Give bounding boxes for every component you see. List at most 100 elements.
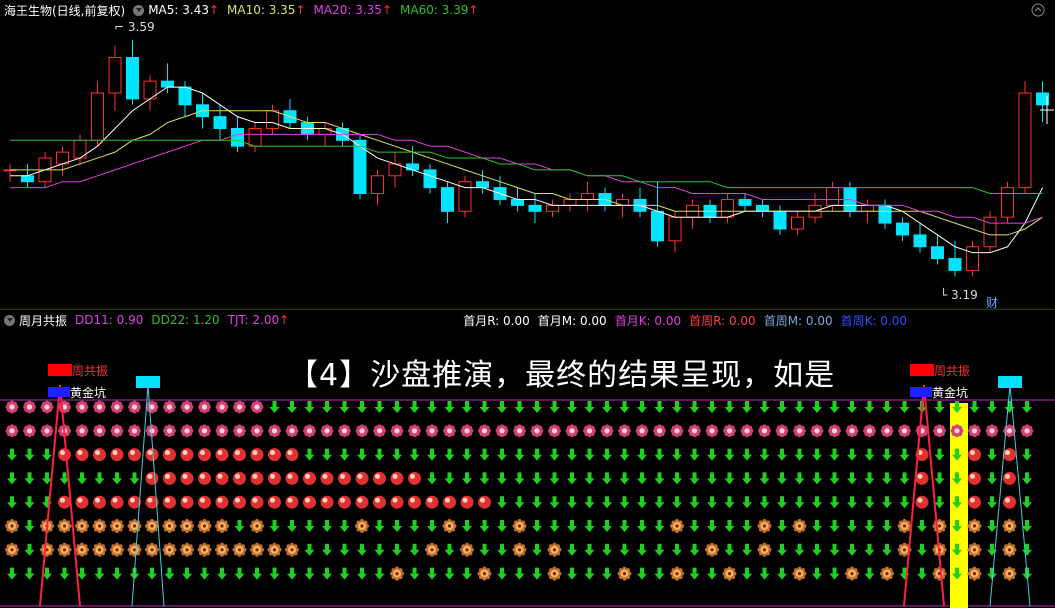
down-arrow-icon [654,543,665,556]
down-arrow-icon [742,401,752,413]
resonance-marker [910,364,934,376]
flower-icon [516,428,523,434]
down-arrow-icon [882,496,892,509]
flower-icon [26,428,33,434]
down-arrow-icon [724,401,735,413]
ball-icon [180,495,194,509]
flower-icon [114,428,120,434]
candle-body [213,116,227,129]
ball-icon [285,495,299,509]
flower-icon [306,428,313,434]
down-arrow-icon [374,448,385,461]
down-arrow-icon [899,496,910,509]
down-arrow-icon [742,520,752,532]
flower-icon [254,428,260,434]
down-arrow-icon [462,472,472,485]
down-arrow-icon [532,520,542,532]
down-arrow-icon [514,448,525,461]
ball-icon [968,448,981,462]
down-arrow-icon [759,401,770,413]
down-arrow-icon [287,567,297,580]
down-arrow-icon [514,567,525,580]
down-arrow-icon [777,520,787,532]
candle-body [581,193,594,200]
candle-body [91,92,104,141]
down-arrow-icon [112,472,122,485]
down-arrow-icon [322,543,332,556]
down-arrow-icon [777,567,787,580]
down-arrow-icon [514,401,525,413]
down-arrow-icon [444,472,455,485]
down-arrow-icon [672,448,682,461]
candle-body [791,216,804,230]
down-arrow-icon [724,520,735,532]
ball-icon [390,495,404,509]
ball-icon [93,495,106,509]
down-arrow-icon [759,496,770,509]
down-arrow-icon [497,401,507,413]
golden-pit-label-1: 黄金坑 [70,386,107,400]
down-arrow-icon [409,543,420,556]
down-arrow-icon [339,567,350,580]
down-arrow-icon [567,472,577,485]
flower-icon [779,428,785,434]
resonance-label-2: 周共振 [934,364,971,378]
down-arrow-icon [934,496,945,509]
down-arrow-icon [549,496,560,509]
ball-icon [110,448,124,462]
down-arrow-icon [497,472,507,485]
down-arrow-icon [619,520,630,532]
ball-icon [320,495,334,509]
down-arrow-icon [724,543,735,556]
down-arrow-icon [392,448,402,461]
down-arrow-icon [357,448,367,461]
down-arrow-icon [847,448,857,461]
down-arrow-icon [392,543,402,556]
down-arrow-icon [462,448,472,461]
down-arrow-icon [829,567,840,580]
down-arrow-icon [934,401,945,413]
down-arrow-icon [759,567,770,580]
down-arrow-icon [619,496,630,509]
candle-body [108,56,122,94]
down-arrow-icon [724,472,735,485]
cyan-marker [136,376,160,388]
down-arrow-icon [707,496,717,509]
down-arrow-icon [374,567,385,580]
candle-body [896,222,909,236]
candle-body [738,198,752,206]
down-arrow-icon [567,401,577,413]
down-arrow-icon [514,496,525,509]
down-arrow-icon [864,496,875,509]
ball-icon [303,471,316,485]
ball-icon [1003,471,1016,485]
down-arrow-icon [864,448,875,461]
down-arrow-icon [479,520,490,532]
down-arrow-icon [322,448,332,461]
flower-icon [936,428,943,434]
flower-icon [236,404,243,410]
price-chart-panel[interactable]: 海王生物(日线,前复权) MA5: 3.43↑ MA10: 3.35↑ MA20… [0,0,1055,310]
flower-icon [586,428,593,434]
down-arrow-icon [497,543,507,556]
flower-icon [656,428,663,434]
down-arrow-icon [899,472,910,485]
candlestick-chart[interactable] [0,0,1055,310]
down-arrow-icon [672,496,682,509]
down-arrow-icon [899,448,910,461]
down-arrow-icon [584,448,595,461]
flower-icon [621,428,628,434]
candle-body [231,127,244,147]
down-arrow-icon [829,543,840,556]
down-arrow-icon [479,448,490,461]
ball-icon [215,471,229,485]
flower-icon [464,428,470,434]
flower-icon [96,428,103,434]
down-arrow-icon [847,543,857,556]
flower-icon [866,428,873,434]
down-arrow-icon [77,472,87,485]
down-arrow-icon [217,567,227,580]
down-arrow-icon [42,448,52,461]
down-arrow-icon [934,448,945,461]
ball-icon [110,495,124,509]
